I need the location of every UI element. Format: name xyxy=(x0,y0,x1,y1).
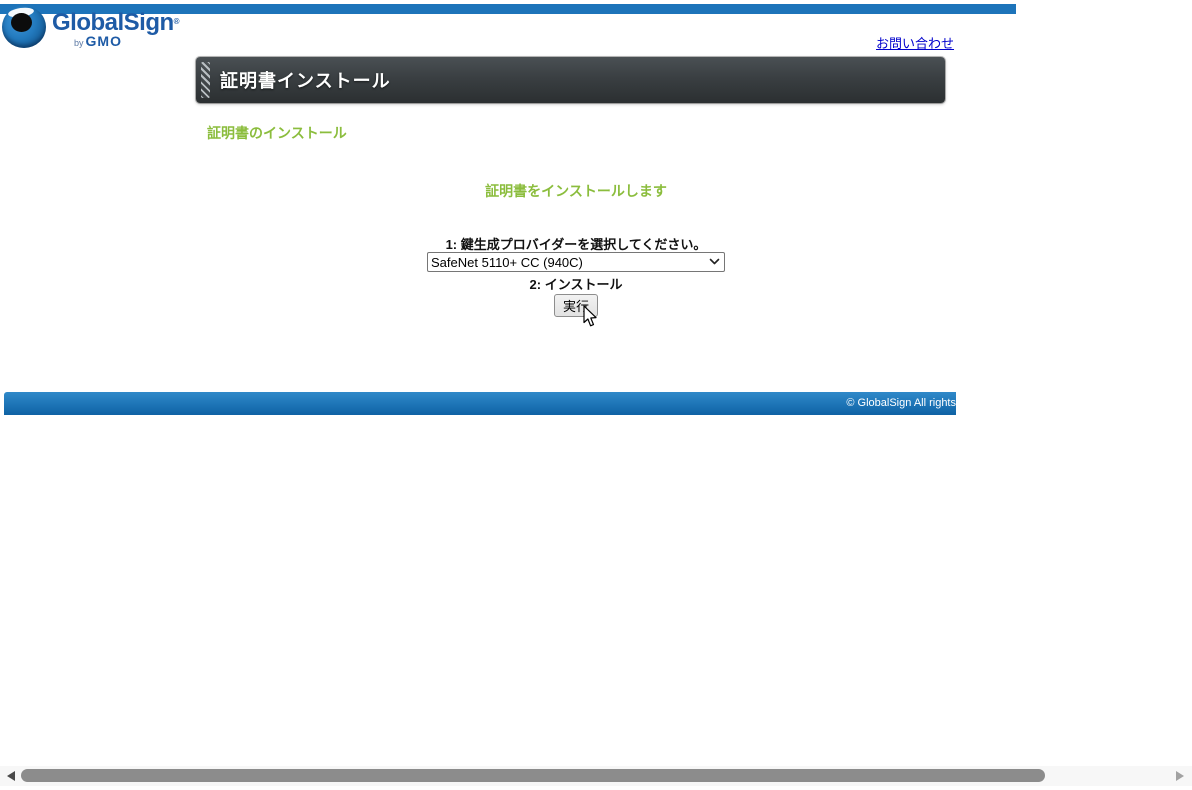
globalsign-logo: GlobalSign® by GMO xyxy=(2,0,192,50)
page-title: 証明書インストール xyxy=(220,71,391,91)
execute-button-row: 実行 xyxy=(207,294,945,317)
intro-message: 証明書をインストールします xyxy=(485,183,667,199)
provider-select-wrap: SafeNet 5110+ CC (940C) xyxy=(427,252,725,272)
brand-company-text: GMO xyxy=(85,33,122,49)
horizontal-scrollbar[interactable] xyxy=(0,766,1192,786)
title-bar-stripe-decoration xyxy=(201,62,210,98)
provider-select-row: SafeNet 5110+ CC (940C) xyxy=(207,252,945,272)
brand-by-text: by xyxy=(74,38,84,48)
eye-pupil xyxy=(11,13,32,32)
scroll-right-button[interactable] xyxy=(1174,770,1186,782)
brand-name-text: GlobalSign xyxy=(52,9,174,36)
step1-label: 1: 鍵生成プロバイダーを選択してください。 xyxy=(445,237,707,252)
section-heading: 証明書のインストール xyxy=(207,125,347,141)
contact-link[interactable]: お問い合わせ xyxy=(876,33,954,52)
provider-select[interactable]: SafeNet 5110+ CC (940C) xyxy=(427,252,725,272)
brand-subtitle: by GMO xyxy=(74,33,122,51)
scroll-left-icon xyxy=(7,771,15,781)
footer-bar: © GlobalSign All rights xyxy=(4,392,956,415)
registered-mark: ® xyxy=(173,17,180,26)
copyright-text: © GlobalSign All rights xyxy=(846,397,956,409)
page-title-bar: 証明書インストール xyxy=(196,57,945,103)
scroll-left-button[interactable] xyxy=(5,770,17,782)
step2-label: 2: インストール xyxy=(529,277,623,292)
scrollbar-thumb[interactable] xyxy=(21,769,1045,782)
globalsign-eye-icon xyxy=(2,6,46,48)
scroll-right-icon xyxy=(1176,771,1184,781)
page: GlobalSign® by GMO お問い合わせ 証明書インストール 証明書のイ… xyxy=(0,0,1192,790)
execute-button[interactable]: 実行 xyxy=(553,294,598,317)
